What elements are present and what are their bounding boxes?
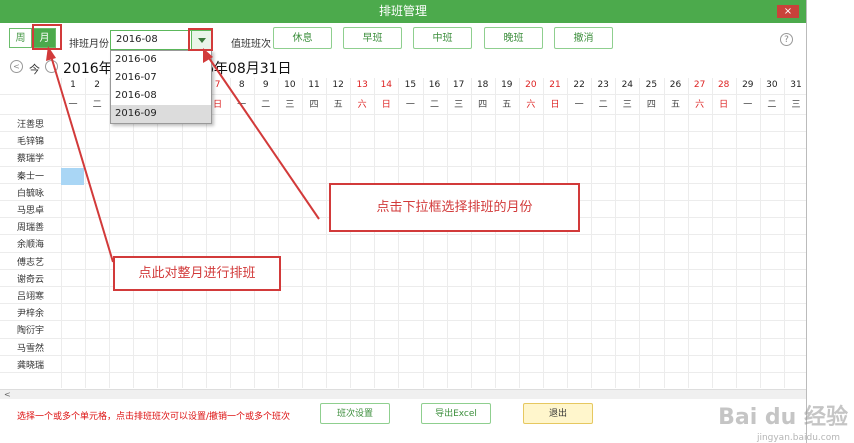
watermark-url: jingyan.baidu.com [756,433,840,443]
arrowhead-month [46,46,56,61]
watermark-logo: Bai du 经验 [718,405,848,430]
arrow-to-month [50,55,114,263]
annotation-arrows [46,46,320,263]
arrow-to-dropdown [208,57,320,220]
